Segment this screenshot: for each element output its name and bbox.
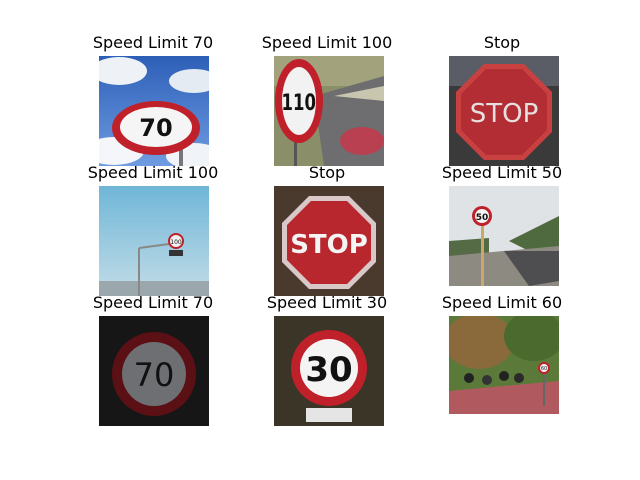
sign-image-graphic: STOP bbox=[274, 186, 384, 296]
cell-title: Speed Limit 50 bbox=[441, 163, 563, 182]
sign-image-graphic: STOP bbox=[449, 56, 559, 166]
sign-number: 60 bbox=[541, 366, 547, 372]
cell-title: Speed Limit 30 bbox=[266, 293, 388, 312]
cell-title: Speed Limit 100 bbox=[87, 163, 219, 182]
grid-cell: Speed Limit 70 70 bbox=[63, 32, 243, 172]
sign-image-graphic: 110 bbox=[274, 56, 384, 166]
sign-image-graphic: 50 bbox=[449, 186, 559, 296]
sign-number: 50 bbox=[476, 213, 489, 223]
grid-cell: Speed Limit 100 100 bbox=[63, 162, 243, 302]
sign-text: STOP bbox=[290, 230, 368, 260]
grid-cell: Speed Limit 100 110 bbox=[237, 32, 417, 172]
sign-image-graphic: 60 bbox=[449, 316, 559, 426]
sign-number: 30 bbox=[305, 350, 352, 390]
sign-number: 110 bbox=[282, 90, 316, 116]
cell-title: Speed Limit 70 bbox=[92, 33, 214, 52]
grid-cell: Stop STOP bbox=[412, 32, 592, 172]
grid-cell: Speed Limit 30 30 bbox=[237, 292, 417, 432]
sign-number: 100 bbox=[170, 239, 182, 246]
grid-cell: Speed Limit 50 50 bbox=[412, 162, 592, 302]
grid-cell: Stop STOP bbox=[237, 162, 417, 302]
sign-image: 70 bbox=[99, 316, 209, 426]
sign-image: 50 bbox=[449, 186, 559, 296]
cell-title: Stop bbox=[483, 33, 521, 52]
sign-image-graphic: 70 bbox=[99, 56, 209, 166]
sign-image-graphic: 100 bbox=[99, 186, 209, 296]
cell-title: Speed Limit 100 bbox=[261, 33, 393, 52]
sign-image: 70 bbox=[99, 56, 209, 166]
sign-image-graphic: 70 bbox=[99, 316, 209, 426]
grid-cell: Speed Limit 60 60 bbox=[412, 292, 592, 432]
sign-image-graphic: 30 bbox=[274, 316, 384, 426]
sign-image: STOP bbox=[449, 56, 559, 166]
sign-text: STOP bbox=[470, 99, 539, 129]
image-grid-figure: Speed Limit 70 70 Speed Limit 100 110 St… bbox=[0, 0, 640, 480]
sign-image: 100 bbox=[99, 186, 209, 296]
cell-title: Speed Limit 70 bbox=[92, 293, 214, 312]
sign-number: 70 bbox=[134, 356, 175, 394]
sign-image: STOP bbox=[274, 186, 384, 296]
cell-title: Stop bbox=[308, 163, 346, 182]
sign-image: 60 bbox=[449, 316, 559, 426]
sign-image: 30 bbox=[274, 316, 384, 426]
sign-number: 70 bbox=[139, 114, 172, 142]
grid-cell: Speed Limit 70 70 bbox=[63, 292, 243, 432]
cell-title: Speed Limit 60 bbox=[441, 293, 563, 312]
sign-image: 110 bbox=[274, 56, 384, 166]
